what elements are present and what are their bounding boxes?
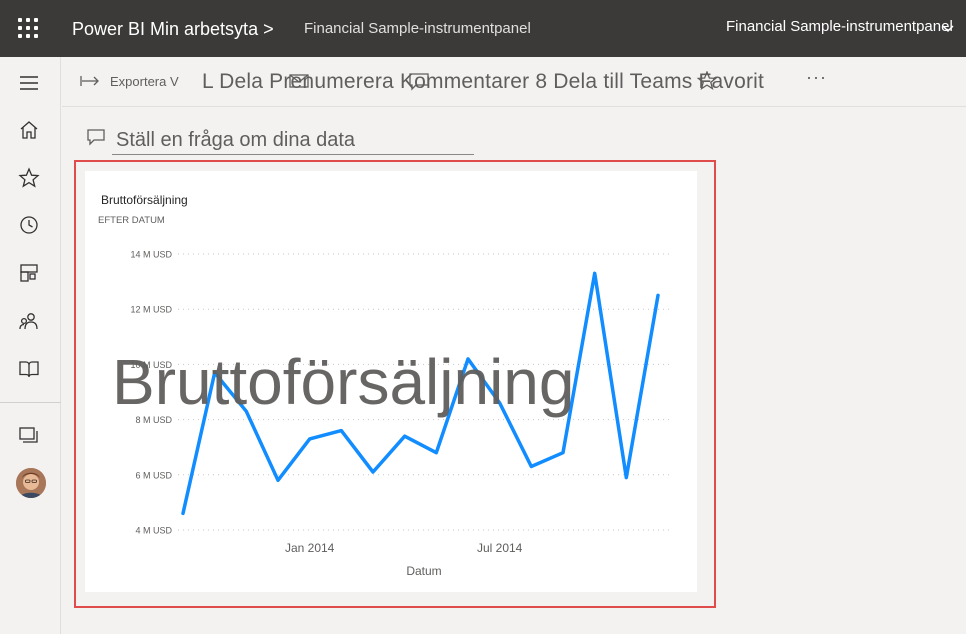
nav-divider [0, 402, 61, 403]
people-icon[interactable] [18, 310, 40, 332]
export-icon[interactable] [80, 74, 100, 88]
waffle-icon[interactable] [18, 18, 38, 38]
avatar[interactable] [16, 468, 46, 498]
hamburger-icon[interactable] [18, 72, 40, 94]
qna-chat-icon [87, 129, 105, 146]
qna-input[interactable] [112, 126, 474, 155]
app-title[interactable]: Power BI Min arbetsyta > [72, 19, 274, 40]
top-bar: Power BI Min arbetsyta > Financial Sampl… [0, 0, 966, 57]
report-name: Financial Sample-instrumentpanel [304, 20, 531, 37]
tile-subtitle: EFTER DATUM [98, 215, 165, 226]
overlay-title: Bruttoförsäljning [112, 346, 575, 418]
report-name-dropdown[interactable]: Financial Sample-instrumentpanel [726, 18, 953, 35]
star-icon[interactable] [18, 167, 40, 189]
workspaces-icon[interactable] [18, 424, 40, 446]
book-icon[interactable] [18, 358, 40, 380]
action-buttons-label[interactable]: L Dela Prenumerera Kommentarer 8 Dela ti… [202, 70, 764, 94]
chevron-down-icon[interactable] [940, 22, 956, 36]
left-nav [0, 57, 61, 634]
export-button[interactable]: Exportera V [110, 74, 179, 89]
apps-icon[interactable] [18, 262, 40, 284]
tile-title: Bruttoförsäljning [101, 193, 188, 207]
action-bar: Exportera V L Dela Prenumerera Kommentar… [62, 57, 966, 107]
home-icon[interactable] [18, 119, 40, 141]
more-options-button[interactable]: ··· [806, 67, 827, 88]
clock-icon[interactable] [18, 214, 40, 236]
comment-icon[interactable] [408, 71, 430, 91]
mail-icon[interactable] [288, 71, 310, 91]
favorite-star-icon[interactable] [696, 71, 718, 91]
